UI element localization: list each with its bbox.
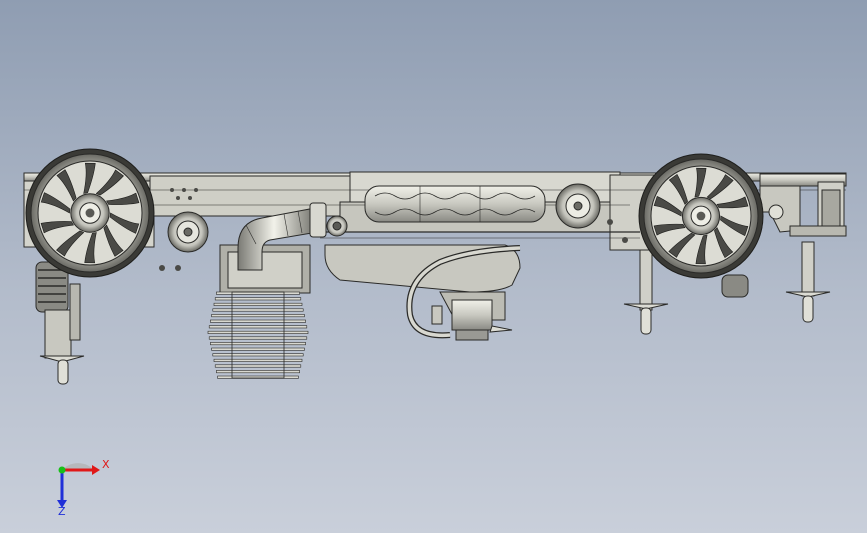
cooling-fins	[207, 291, 309, 379]
cooling-fin	[211, 314, 305, 318]
traction-motor	[219, 244, 311, 294]
3d-viewport[interactable]: X Z	[0, 0, 867, 533]
left-gear-disc	[167, 211, 209, 253]
longitudinal-cylinder	[364, 185, 546, 223]
gearbox-housing	[324, 244, 521, 341]
x-arrow	[92, 465, 100, 475]
small-gear-center	[326, 215, 348, 237]
cooling-fin	[211, 347, 305, 351]
x-axis-label: X	[102, 458, 110, 471]
y-axis-dot	[58, 466, 66, 474]
cooling-fin	[213, 358, 303, 362]
cooling-fin	[212, 308, 304, 312]
cooling-fin	[214, 364, 302, 368]
cooling-fin	[208, 325, 308, 329]
right-leg-2	[785, 241, 831, 323]
cooling-fin	[208, 336, 308, 340]
left-wheel	[25, 148, 155, 278]
left-damper	[35, 261, 85, 385]
cooling-fin	[210, 319, 306, 323]
right-damper	[721, 274, 749, 298]
cooling-fin	[210, 342, 306, 346]
right-wheel	[638, 153, 764, 279]
axis-triad: X Z	[57, 458, 110, 516]
cooling-fin	[216, 370, 300, 374]
right-gear-disc	[555, 183, 601, 229]
z-axis-label: Z	[58, 505, 66, 516]
cooling-fin	[207, 330, 309, 334]
bogie-model[interactable]	[0, 0, 867, 533]
cooling-fin	[213, 302, 303, 306]
cooling-fin	[214, 297, 302, 301]
cooling-fin	[212, 353, 304, 357]
